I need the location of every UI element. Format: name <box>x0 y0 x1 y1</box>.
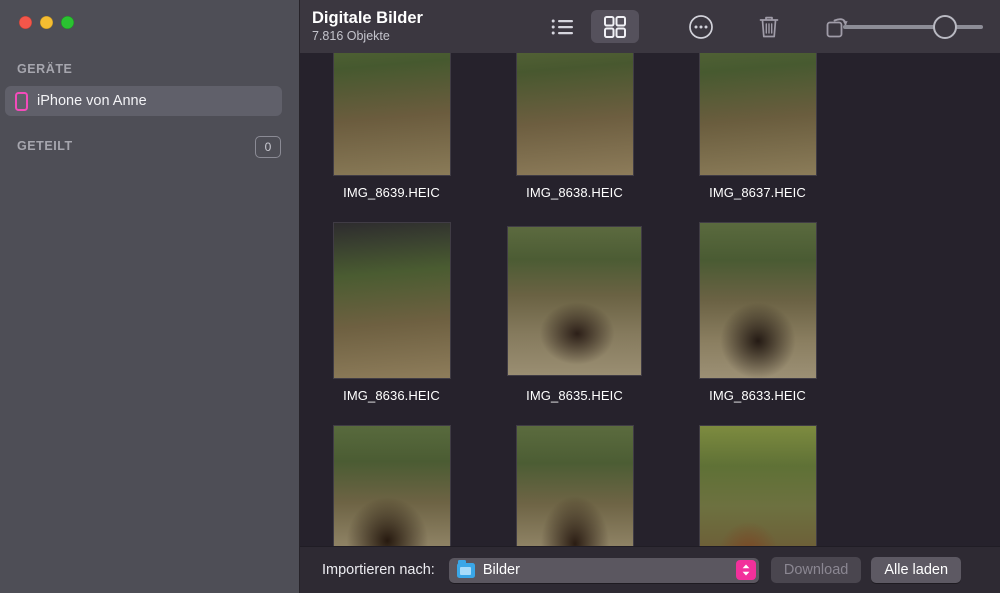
grid-item[interactable]: IMG_8639.HEIC <box>300 53 483 200</box>
photo-thumbnail[interactable] <box>517 53 633 175</box>
chevron-updown-glyph <box>741 563 751 577</box>
thumbnail-container <box>314 53 470 175</box>
title-block: Digitale Bilder 7.816 Objekte <box>312 9 527 45</box>
grid-item[interactable]: IMG_8633.HEIC <box>666 200 849 403</box>
thumbnail-container <box>314 223 470 378</box>
photo-thumbnail[interactable] <box>700 53 816 175</box>
photo-caption: IMG_8638.HEIC <box>526 185 623 200</box>
photo-thumbnail[interactable] <box>700 223 816 378</box>
grid-item[interactable]: IMG_8632.HEIC <box>300 403 483 546</box>
action-group <box>677 10 861 43</box>
grid-item[interactable]: IMG_8637.HEIC <box>666 53 849 200</box>
thumbnail-size-slider[interactable] <box>838 0 988 53</box>
shared-count-badge: 0 <box>255 136 281 158</box>
view-mode-group <box>539 10 639 43</box>
minimize-button[interactable] <box>40 16 53 29</box>
sidebar: GERÄTE iPhone von Anne GETEILT 0 <box>0 0 300 593</box>
ellipsis-circle-icon <box>688 14 714 40</box>
main-content: Digitale Bilder 7.816 Objekte <box>300 0 1000 593</box>
close-button[interactable] <box>19 16 32 29</box>
photo-thumbnail[interactable] <box>508 227 641 375</box>
page-title: Digitale Bilder <box>312 9 527 28</box>
grid-item[interactable]: IMG_8638.HEIC <box>483 53 666 200</box>
thumbnail-container <box>497 223 653 378</box>
grid-item[interactable]: IMG_8635.HEIC <box>483 200 666 403</box>
iphone-icon <box>15 92 28 111</box>
trash-icon <box>758 14 780 40</box>
thumbnail-container <box>497 53 653 175</box>
import-bar: Importieren nach: Bilder Download Alle l… <box>300 546 1000 593</box>
grid-view-button[interactable] <box>591 10 639 43</box>
import-label: Importieren nach: <box>322 562 435 578</box>
item-count: 7.816 Objekte <box>312 29 527 45</box>
thumbnail-container <box>314 426 470 546</box>
download-button[interactable]: Download <box>771 557 862 583</box>
photo-caption: IMG_8637.HEIC <box>709 185 806 200</box>
photo-grid-scroll-area[interactable]: IMG_8639.HEIC IMG_8638.HEIC IMG_8637.HEI… <box>300 53 1000 546</box>
grid-item[interactable]: IMG_8631.HEIC <box>483 403 666 546</box>
thumbnail-container <box>680 223 836 378</box>
grid-item[interactable]: IMG_8636.HEIC <box>300 200 483 403</box>
list-icon <box>551 18 575 36</box>
photo-thumbnail[interactable] <box>517 426 633 546</box>
chevron-updown-icon[interactable] <box>736 560 756 580</box>
toolbar: Digitale Bilder 7.816 Objekte <box>300 0 1000 53</box>
thumbnail-container <box>497 426 653 546</box>
grid-item[interactable]: IMG_8630.HEIC <box>666 403 849 546</box>
more-options-button[interactable] <box>677 10 725 43</box>
photo-caption: IMG_8636.HEIC <box>343 388 440 403</box>
delete-button[interactable] <box>745 10 793 43</box>
photo-thumbnail[interactable] <box>334 223 450 378</box>
thumbnail-container <box>680 426 836 546</box>
digitale-bilder-window: GERÄTE iPhone von Anne GETEILT 0 Digital… <box>0 0 1000 593</box>
list-view-button[interactable] <box>539 10 587 43</box>
sidebar-section-header-shared: GETEILT <box>17 139 73 153</box>
sidebar-section-header-devices: GERÄTE <box>17 62 72 76</box>
thumbnail-container <box>680 53 836 175</box>
load-all-button[interactable]: Alle laden <box>871 557 961 583</box>
destination-popup[interactable]: Bilder <box>449 558 759 583</box>
photo-caption: IMG_8635.HEIC <box>526 388 623 403</box>
sidebar-item-label: iPhone von Anne <box>37 93 147 109</box>
window-controls <box>0 0 299 29</box>
slider-knob[interactable] <box>933 15 957 39</box>
folder-icon <box>457 563 475 578</box>
slider-track <box>843 25 983 29</box>
sidebar-item-iphone-von-anne[interactable]: iPhone von Anne <box>5 86 282 116</box>
grid-icon <box>604 16 626 38</box>
photo-thumbnail[interactable] <box>700 426 816 546</box>
photo-thumbnail[interactable] <box>334 426 450 546</box>
photo-thumbnail[interactable] <box>334 53 450 175</box>
destination-value: Bilder <box>483 562 520 578</box>
photo-grid: IMG_8639.HEIC IMG_8638.HEIC IMG_8637.HEI… <box>300 53 1000 546</box>
photo-caption: IMG_8633.HEIC <box>709 388 806 403</box>
zoom-button[interactable] <box>61 16 74 29</box>
photo-caption: IMG_8639.HEIC <box>343 185 440 200</box>
